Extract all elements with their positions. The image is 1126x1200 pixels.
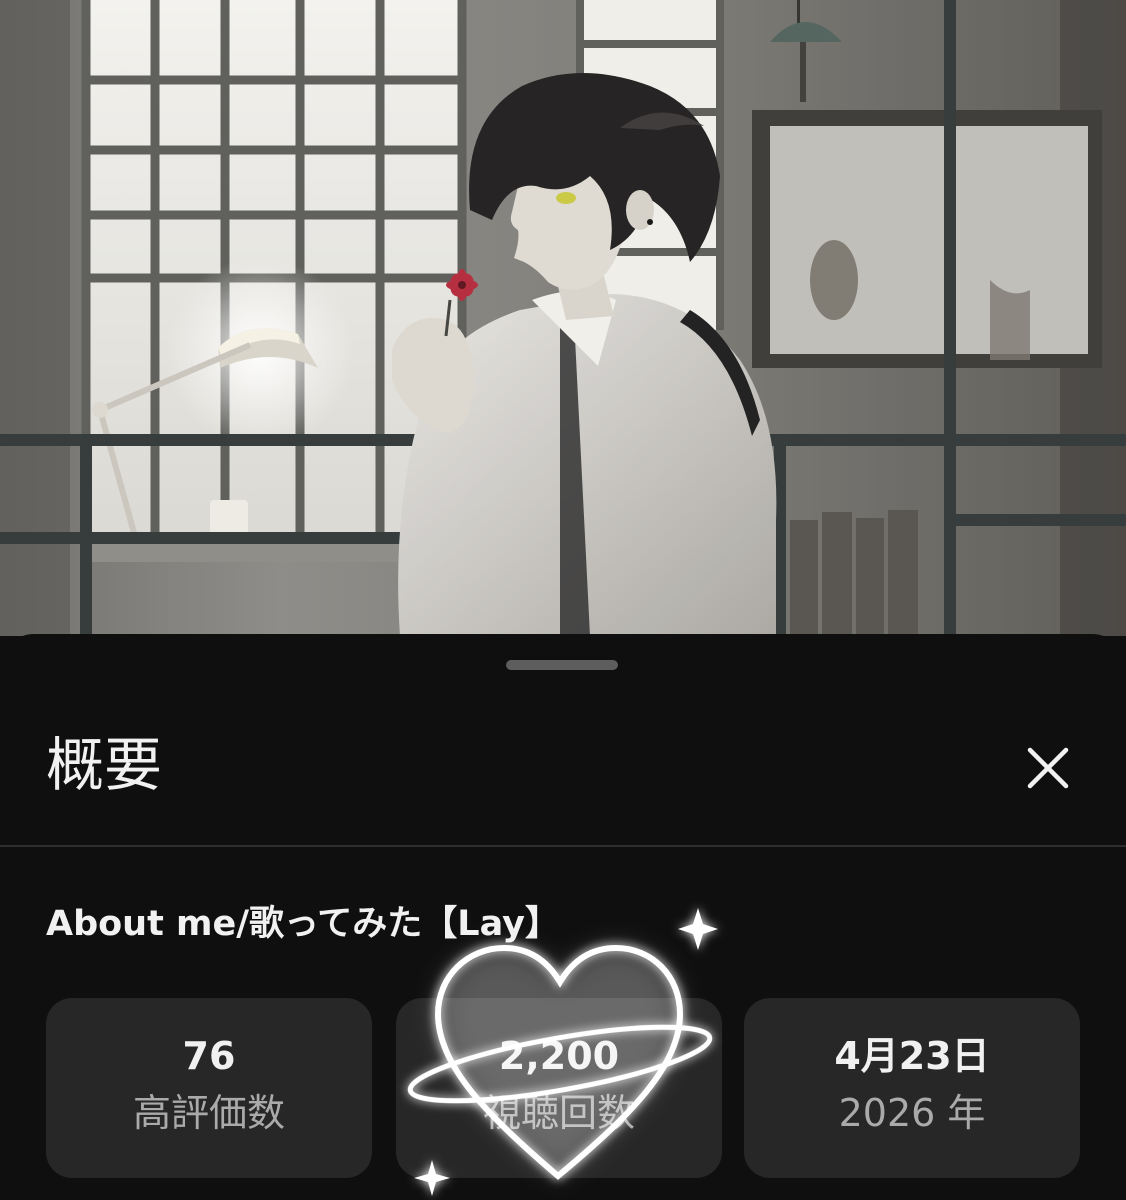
likes-stat: 76 高評価数 [46, 998, 372, 1178]
thumbnail-artwork [0, 0, 1126, 636]
views-label: 視聴回数 [482, 1091, 635, 1135]
publish-year: 2026 年 [838, 1091, 986, 1135]
views-count: 2,200 [498, 1034, 620, 1078]
divider [0, 845, 1126, 847]
drag-handle[interactable] [506, 660, 618, 670]
video-thumbnail[interactable] [0, 0, 1126, 636]
likes-count: 76 [182, 1034, 236, 1078]
likes-label: 高評価数 [132, 1091, 285, 1135]
app-root: 概要 About me/歌ってみた【Lay】 76 高評価数 2,200 視聴回… [0, 0, 1126, 1200]
video-title: About me/歌ってみた【Lay】 [46, 904, 560, 944]
views-stat: 2,200 視聴回数 [396, 998, 722, 1178]
publish-date-stat: 4月23日 2026 年 [744, 998, 1080, 1178]
panel-title: 概要 [46, 731, 163, 799]
description-panel: 概要 About me/歌ってみた【Lay】 76 高評価数 2,200 視聴回… [0, 634, 1126, 1200]
close-icon [1027, 747, 1069, 789]
publish-date: 4月23日 [834, 1034, 990, 1078]
close-button[interactable] [1012, 732, 1084, 804]
